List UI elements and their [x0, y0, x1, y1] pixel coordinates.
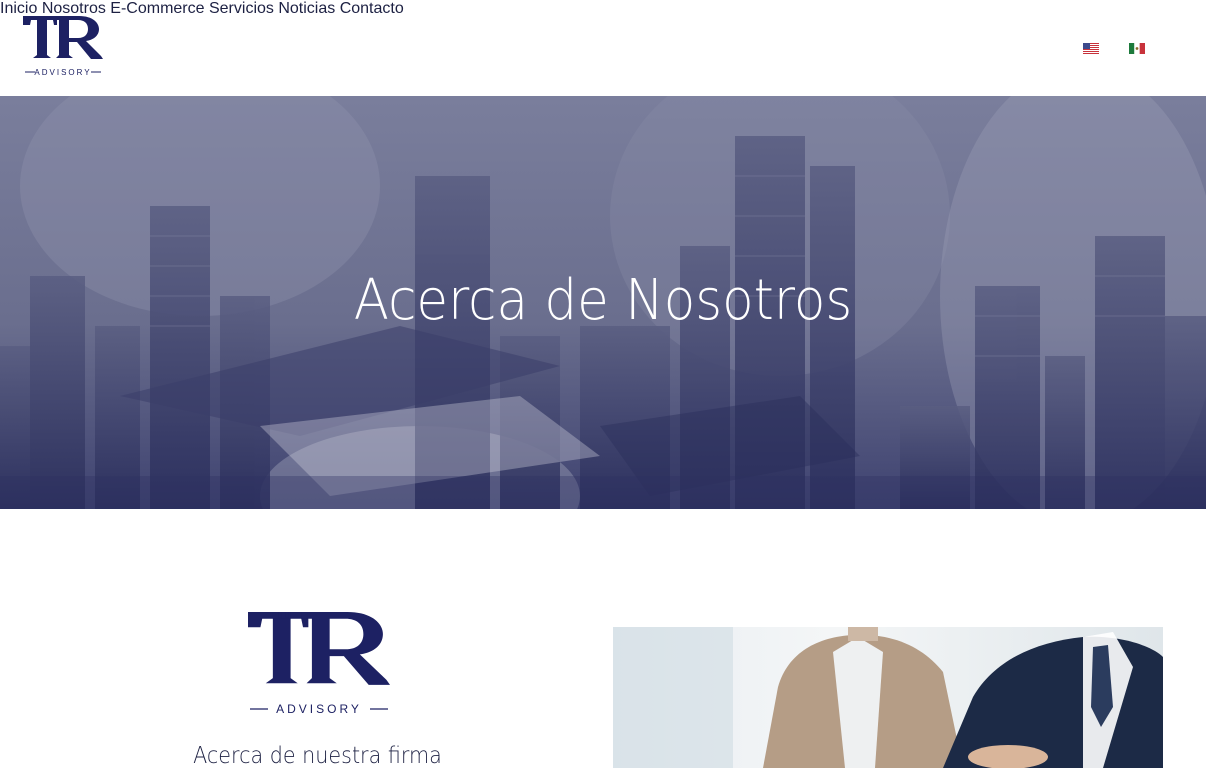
nav-noticias[interactable]: Noticias — [278, 0, 335, 17]
svg-text:ADVISORY: ADVISORY — [276, 702, 362, 716]
svg-text:ADVISORY: ADVISORY — [34, 68, 91, 77]
site-logo[interactable]: ADVISORY — [23, 16, 103, 78]
us-flag-icon[interactable] — [1083, 41, 1099, 54]
tr-monogram-icon — [23, 16, 103, 59]
about-logo: ADVISORY — [248, 612, 390, 717]
business-meeting-photo — [613, 627, 1163, 768]
nav-ecommerce[interactable]: E-Commerce — [110, 0, 204, 17]
advisory-wordmark-large: ADVISORY — [250, 702, 388, 716]
nav-inicio[interactable]: Inicio — [0, 0, 37, 17]
nav-servicios[interactable]: Servicios — [209, 0, 274, 17]
mexico-flag-icon[interactable] — [1129, 41, 1145, 54]
nav-nosotros[interactable]: Nosotros — [42, 0, 106, 17]
advisory-wordmark: ADVISORY — [25, 68, 101, 77]
hero-banner: Acerca de Nosotros — [0, 96, 1206, 509]
about-firm-heading: Acerca de nuestra firma — [193, 743, 442, 768]
tr-monogram-large-icon — [248, 612, 390, 685]
site-header: ADVISORY Inicio Nosotros E-Commerce Serv… — [0, 0, 1206, 96]
hero-title: Acerca de Nosotros — [353, 268, 853, 333]
nav-contacto[interactable]: Contacto — [340, 0, 404, 17]
